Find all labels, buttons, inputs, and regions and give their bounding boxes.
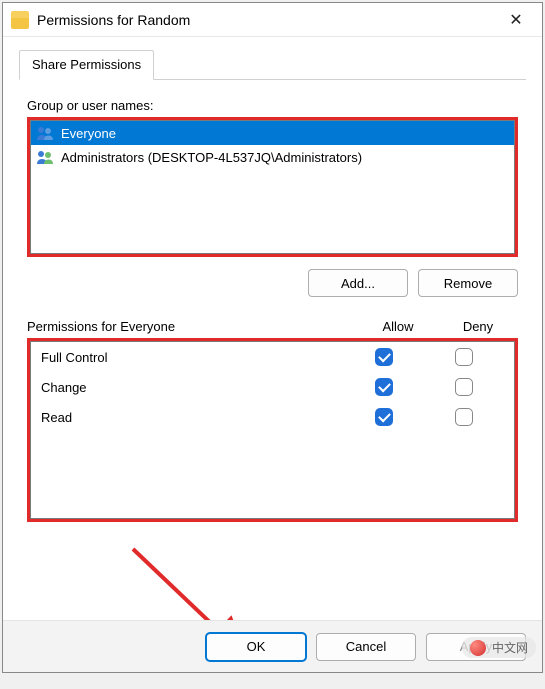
- close-icon: ✕: [509, 10, 522, 30]
- deny-column-header: Deny: [438, 319, 518, 334]
- user-name: Administrators (DESKTOP-4L537JQ\Administ…: [61, 150, 362, 165]
- tab-strip: Share Permissions: [19, 49, 526, 80]
- allow-checkbox[interactable]: [375, 378, 393, 396]
- watermark: 中文网: [462, 637, 536, 658]
- close-button[interactable]: ✕: [494, 5, 538, 35]
- dialog-body: Share Permissions Group or user names:: [3, 37, 542, 620]
- dialog-footer: OK Cancel Apply 中文网: [3, 620, 542, 672]
- permission-row-full-control: Full Control: [31, 342, 514, 372]
- allow-checkbox[interactable]: [375, 408, 393, 426]
- user-buttons-row: Add... Remove: [27, 269, 518, 297]
- cancel-button[interactable]: Cancel: [316, 633, 416, 661]
- group-icon: [35, 149, 55, 165]
- ok-button[interactable]: OK: [206, 633, 306, 661]
- permission-row-read: Read: [31, 402, 514, 432]
- deny-checkbox[interactable]: [455, 378, 473, 396]
- permission-row-change: Change: [31, 372, 514, 402]
- titlebar: Permissions for Random ✕: [3, 3, 542, 37]
- permissions-dialog: Permissions for Random ✕ Share Permissio…: [2, 2, 543, 673]
- tab-share-permissions[interactable]: Share Permissions: [19, 50, 154, 80]
- folder-icon: [11, 11, 29, 29]
- deny-checkbox[interactable]: [455, 348, 473, 366]
- permissions-table: Full Control Change Read: [30, 341, 515, 519]
- permissions-for-label: Permissions for Everyone: [27, 319, 358, 334]
- add-button[interactable]: Add...: [308, 269, 408, 297]
- user-row-administrators[interactable]: Administrators (DESKTOP-4L537JQ\Administ…: [31, 145, 514, 169]
- user-name: Everyone: [61, 126, 116, 141]
- annotation-highlight-users: Everyone Administrators (DESKTOP-4L537JQ…: [27, 117, 518, 257]
- allow-checkbox[interactable]: [375, 348, 393, 366]
- permission-name: Change: [41, 380, 344, 395]
- tab-label: Share Permissions: [32, 57, 141, 72]
- watermark-logo-icon: [470, 640, 486, 656]
- group-user-label: Group or user names:: [27, 98, 518, 113]
- remove-button[interactable]: Remove: [418, 269, 518, 297]
- permission-name: Full Control: [41, 350, 344, 365]
- permission-name: Read: [41, 410, 344, 425]
- permissions-header: Permissions for Everyone Allow Deny: [27, 319, 518, 334]
- deny-checkbox[interactable]: [455, 408, 473, 426]
- tab-content: Group or user names: Everyone: [19, 80, 526, 530]
- user-list[interactable]: Everyone Administrators (DESKTOP-4L537JQ…: [30, 120, 515, 254]
- annotation-highlight-permissions: Full Control Change Read: [27, 338, 518, 522]
- watermark-text: 中文网: [492, 639, 528, 656]
- window-title: Permissions for Random: [37, 12, 494, 28]
- allow-column-header: Allow: [358, 319, 438, 334]
- user-row-everyone[interactable]: Everyone: [31, 121, 514, 145]
- group-icon: [35, 125, 55, 141]
